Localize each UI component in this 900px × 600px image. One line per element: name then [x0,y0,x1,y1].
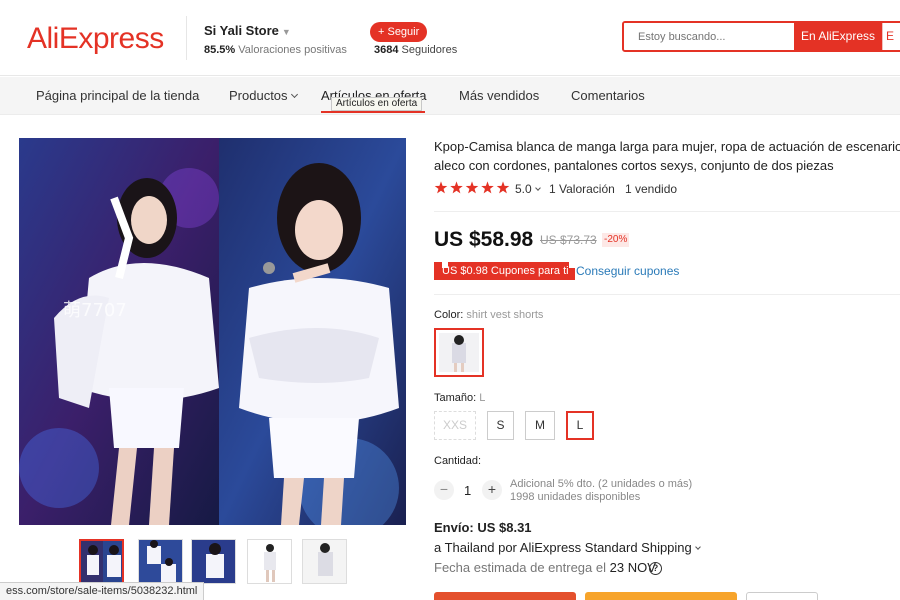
size-option-s[interactable]: S [487,411,514,440]
star-icon [465,181,479,194]
wishlist-button[interactable] [746,592,818,600]
product-title-line2: aleco con cordones, pantalones cortos se… [434,158,834,173]
price: US $58.98 [434,228,534,251]
color-label-text: Color: [434,309,464,321]
nav-best-sellers[interactable]: Más vendidos [459,88,539,103]
thumbnail-1[interactable] [79,539,124,584]
star-icon [481,181,494,194]
shipping-method[interactable]: a Thailand por AliExpress Standard Shipp… [434,540,701,555]
thumbnail-3[interactable] [191,539,236,584]
product-photo: 萌7707 [19,138,406,525]
follow-button[interactable]: + Seguir [370,22,428,42]
rating-value[interactable]: 5.0 [515,182,541,196]
add-to-cart-button[interactable] [585,592,737,600]
get-coupons-link[interactable]: Conseguir cupones [576,264,679,278]
chevron-down-icon [694,544,701,550]
delivery-estimate: Fecha estimada de entrega el 23 NOV [434,560,656,575]
chevron-down-icon [534,185,541,191]
nav-tooltip: Artículos en oferta [331,97,423,111]
size-label-text: Tamaño: [434,392,477,404]
followers-count: 3684 [374,44,399,56]
size-option-xxs[interactable]: XXS [434,411,476,440]
color-value: shirt vest shorts [466,309,544,321]
thumbnail-photo [303,540,346,583]
product-main-image[interactable]: 萌7707 [19,138,406,525]
followers: 3684 Seguidores [374,44,457,56]
store-rating: 85.5% Valoraciones positivas [204,44,347,56]
header: AliExpress Si Yali Store ▼ 85.5% Valoraci… [0,0,900,76]
thumbnail-photo [192,540,235,583]
chevron-down-icon: ▼ [281,27,291,37]
color-option-thumbnail [439,333,479,372]
star-icon [496,181,510,194]
nav-products[interactable]: Productos [229,88,298,103]
nav-store-home[interactable]: Página principal de la tienda [36,88,199,103]
header-divider [186,16,187,60]
search-aliexpress-button[interactable]: En AliExpress [794,23,882,50]
store-rating-label: Valoraciones positivas [238,44,347,56]
nav-products-label: Productos [229,88,288,103]
product-title: Kpop-Camisa blanca de manga larga para m… [434,137,900,175]
quantity-label: Cantidad: [434,455,482,467]
quantity-value[interactable]: 1 [464,483,471,498]
chevron-down-icon [290,90,298,99]
original-price: US $73.73 [540,233,597,247]
aliexpress-logo[interactable]: AliExpress [27,22,164,56]
thumbnail-photo [139,540,182,583]
sold-count: 1 vendido [625,182,678,196]
rating-stars [434,181,510,194]
quantity-decrease-button[interactable]: − [434,480,454,500]
color-option-shirt-vest-shorts[interactable] [434,328,484,377]
thumbnail-4[interactable] [247,539,292,584]
stock-available: 1998 unidades disponibles [510,491,641,503]
store-rating-value: 85.5% [204,44,236,56]
product-title-line1: Kpop-Camisa blanca de manga larga para m… [434,139,900,154]
nav-reviews[interactable]: Comentarios [571,88,645,103]
star-icon [450,181,463,194]
store-name[interactable]: Si Yali Store ▼ [204,23,291,38]
delivery-label: Fecha estimada de entrega el [434,560,606,575]
shipping-method-text: a Thailand por AliExpress Standard Shipp… [434,540,692,555]
nav-active-indicator [321,111,425,113]
thumbnail-photo [248,540,291,583]
size-label: Tamaño: L [434,392,485,404]
divider [434,294,900,295]
color-label: Color: shirt vest shorts [434,309,543,321]
search-bar: En AliExpress E [622,21,900,52]
reviews-count[interactable]: 1 Valoración [549,182,615,196]
coupon-badge: US $0.98 Cupones para ti [434,262,575,280]
browser-status-bar: ess.com/store/sale-items/5038232.html [0,582,205,600]
quantity-note: Adicional 5% dto. (2 unidades o más) 199… [510,478,692,504]
star-icon [434,181,448,194]
thumbnail-5[interactable] [302,539,347,584]
followers-label: Seguidores [401,44,458,56]
bulk-discount-note: Adicional 5% dto. (2 unidades o más) [510,478,693,490]
discount-badge: -20% [602,233,630,247]
search-input[interactable] [624,23,794,50]
buy-now-button[interactable] [434,592,576,600]
size-option-m[interactable]: M [525,411,555,440]
divider [434,211,900,212]
store-name-text: Si Yali Store [204,23,279,38]
size-value: L [479,392,486,404]
size-option-l[interactable]: L [566,411,594,440]
quantity-increase-button[interactable]: + [482,480,502,500]
search-store-button[interactable]: E [882,23,900,50]
thumbnail-2[interactable] [138,539,183,584]
rating-value-text: 5.0 [515,182,532,196]
help-icon[interactable]: ? [649,562,662,575]
thumbnail-photo [81,541,122,582]
image-watermark: 萌7707 [63,300,127,321]
store-nav: Página principal de la tienda Productos … [0,77,900,115]
shipping-cost: Envío: US $8.31 [434,520,532,535]
